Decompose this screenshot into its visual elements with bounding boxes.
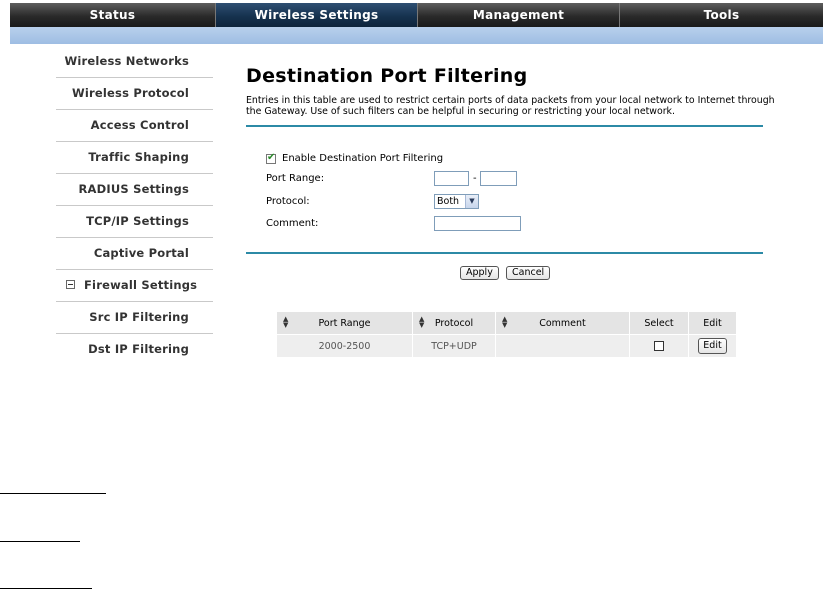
cell-comment <box>495 334 630 358</box>
port-to-input[interactable] <box>480 171 517 186</box>
sidebar-item-captive-portal[interactable]: Captive Portal <box>56 238 213 270</box>
tab-management[interactable]: Management <box>418 3 620 27</box>
sidebar-item-label: Firewall Settings <box>84 278 198 292</box>
underline-rule <box>0 588 92 589</box>
sidebar-item-tcpip-settings[interactable]: TCP/IP Settings <box>56 206 213 238</box>
column-header-protocol[interactable]: ▲ ▼ Protocol <box>412 311 496 335</box>
router-admin-frame: Status Wireless Settings Management Tool… <box>10 0 823 360</box>
sidebar-item-wireless-networks[interactable]: Wireless Networks <box>56 46 213 78</box>
column-header-port-range[interactable]: ▲ ▼ Port Range <box>276 311 413 335</box>
enable-row: Enable Destination Port Filtering <box>266 152 444 164</box>
sidebar-item-src-ip-filtering[interactable]: Src IP Filtering <box>56 302 213 334</box>
sidebar-item-traffic-shaping[interactable]: Traffic Shaping <box>56 142 213 174</box>
filter-form: Enable Destination Port Filtering Port R… <box>246 127 786 250</box>
tab-wireless-settings[interactable]: Wireless Settings <box>216 3 418 27</box>
port-range-separator: - <box>473 173 477 184</box>
header-label: Comment <box>539 317 586 329</box>
port-from-input[interactable] <box>434 171 469 186</box>
top-navigation: Status Wireless Settings Management Tool… <box>10 3 823 27</box>
comment-input[interactable] <box>434 216 521 231</box>
collapse-icon[interactable] <box>66 280 75 289</box>
cell-protocol: TCP+UDP <box>412 334 496 358</box>
comment-label-text: Comment: <box>266 218 319 229</box>
port-range-label: Port Range: <box>266 173 324 184</box>
underline-rule <box>0 541 80 542</box>
protocol-label: Protocol: <box>266 196 310 207</box>
port-filter-table: ▲ ▼ Port Range ▲ ▼ Protocol ▲ ▼ Comment Sel… <box>276 311 737 358</box>
sidebar: Wireless Networks Wireless Protocol Acce… <box>10 46 213 360</box>
table-row: 2000-2500 TCP+UDP Edit <box>276 334 737 358</box>
sidebar-item-radius-settings[interactable]: RADIUS Settings <box>56 174 213 206</box>
sidebar-item-wireless-protocol[interactable]: Wireless Protocol <box>56 78 213 110</box>
column-header-select: Select <box>629 311 689 335</box>
cancel-button[interactable]: Cancel <box>506 266 551 280</box>
page-description: Entries in this table are used to restri… <box>246 95 775 117</box>
column-header-comment[interactable]: ▲ ▼ Comment <box>495 311 630 335</box>
comment-label: Comment: <box>266 218 318 229</box>
page-title: Destination Port Filtering <box>246 65 528 87</box>
port-range-label-text: Port Range: <box>266 173 325 184</box>
sub-nav-bar <box>10 27 823 44</box>
edit-button[interactable]: Edit <box>698 338 727 354</box>
header-label: Protocol <box>434 317 474 329</box>
tab-status[interactable]: Status <box>10 3 216 27</box>
protocol-select[interactable]: Both ▼ <box>434 194 479 209</box>
header-label: Select <box>644 317 674 329</box>
row-select-checkbox[interactable] <box>654 341 664 351</box>
enable-filtering-checkbox[interactable] <box>266 152 276 164</box>
header-label: Edit <box>703 317 722 329</box>
cell-select <box>629 334 689 358</box>
sidebar-item-firewall-settings[interactable]: Firewall Settings <box>56 270 213 302</box>
enable-filtering-label: Enable Destination Port Filtering <box>282 153 444 164</box>
tab-tools[interactable]: Tools <box>620 3 823 27</box>
main-content: Destination Port Filtering Entries in th… <box>246 60 786 292</box>
underline-rule <box>0 493 106 494</box>
sort-icon[interactable]: ▲ ▼ <box>502 316 507 329</box>
sort-icon[interactable]: ▲ ▼ <box>419 316 424 329</box>
protocol-label-text: Protocol: <box>266 196 310 207</box>
cell-port-range: 2000-2500 <box>276 334 413 358</box>
column-header-edit: Edit <box>688 311 737 335</box>
cell-edit: Edit <box>688 334 737 358</box>
chevron-down-icon[interactable]: ▼ <box>465 195 478 208</box>
header-label: Port Range <box>318 317 371 329</box>
sort-icon[interactable]: ▲ ▼ <box>283 316 288 329</box>
sidebar-item-dst-ip-filtering[interactable]: Dst IP Filtering <box>56 334 213 360</box>
apply-button[interactable]: Apply <box>460 266 499 280</box>
protocol-selected-value: Both <box>437 196 460 207</box>
action-buttons: Apply Cancel <box>246 254 786 292</box>
sidebar-item-access-control[interactable]: Access Control <box>56 110 213 142</box>
